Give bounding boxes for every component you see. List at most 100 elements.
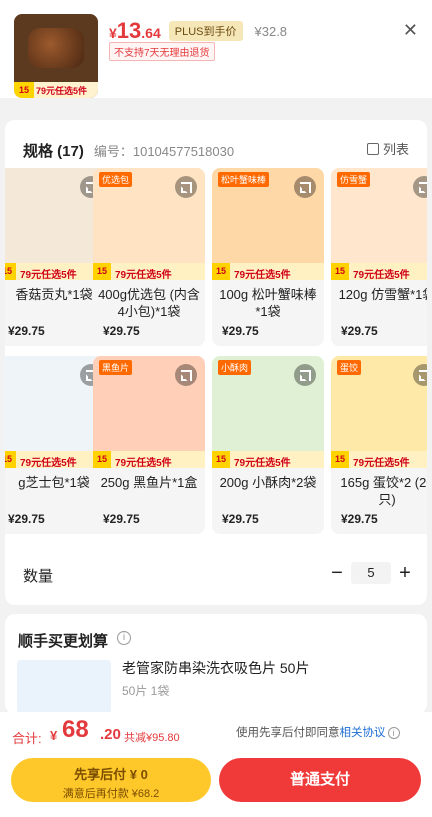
spec-item-tag: 蛋饺 xyxy=(337,360,362,375)
spec-item-name: 香菇贡丸*1袋 xyxy=(15,287,93,302)
product-image xyxy=(28,28,84,68)
promo-number: 15 xyxy=(5,451,16,468)
total-label: 合计: xyxy=(12,731,42,746)
promo-text: 79元任选5件 xyxy=(115,458,172,469)
quantity-plus-button[interactable]: + xyxy=(397,562,413,584)
promo-bar: 15 79元任选5件 xyxy=(212,451,324,469)
pay-later-sublabel: 满意后再付款 ¥68.2 xyxy=(62,788,160,800)
discount-total: 共减¥95.80 xyxy=(124,732,180,744)
spec-item-name: 100g 松叶蟹味棒*1袋 xyxy=(219,287,317,319)
spec-item[interactable]: 松叶蟹味棒 15 79元任选5件 100g 松叶蟹味棒*1袋 ¥29.75 xyxy=(212,168,324,346)
thumbnail-promo-number: 15 xyxy=(14,82,34,98)
promo-number: 15 xyxy=(93,263,111,280)
price-currency: ¥ xyxy=(109,25,117,41)
promo-text: 79元任选5件 xyxy=(234,458,291,469)
quantity-minus-button[interactable]: − xyxy=(329,562,345,584)
zoom-icon[interactable] xyxy=(175,176,197,198)
recommend-product-name[interactable]: 老管家防串染洗衣吸色片 50片 xyxy=(122,658,309,678)
spec-item-price: ¥29.75 xyxy=(8,324,45,338)
spec-item-price: ¥29.75 xyxy=(8,512,45,526)
spec-item[interactable]: 蛋饺 15 79元任选5件 165g 蛋饺*2 (20只) ¥29.75 xyxy=(331,356,427,534)
promo-bar: 15 79元任选5件 xyxy=(93,451,205,469)
spec-item-tag: 松叶蟹味棒 xyxy=(218,172,270,187)
promo-text: 79元任选5件 xyxy=(353,458,410,469)
plus-price-tag: PLUS到手价 xyxy=(168,21,243,41)
agreement-prefix: 使用先享后付即同意 xyxy=(236,727,340,739)
spec-item-name: 165g 蛋饺*2 (20只) xyxy=(340,475,427,507)
recommend-title: 顺手买更划算 xyxy=(18,633,109,650)
spec-item-price: ¥29.75 xyxy=(222,324,259,338)
promo-text: 79元任选5件 xyxy=(115,270,172,281)
product-code: 编号：10104577518030 xyxy=(94,141,234,160)
list-view-toggle[interactable]: 列表 xyxy=(366,139,409,158)
spec-item-name: g芝士包*1袋 xyxy=(18,475,90,490)
price-decimal: .64 xyxy=(141,25,161,41)
recommend-section: 顺手买更划算 i 老管家防串染洗衣吸色片 50片 50片 1袋 xyxy=(5,614,427,714)
product-summary: 79元任选5件 15 ¥ 13 .64 PLUS到手价 ¥32.8 不支持7天无… xyxy=(0,0,432,98)
product-code-label: 编号： xyxy=(93,144,133,159)
promo-bar: 15 79元任选5件 xyxy=(331,451,427,469)
pay-later-label: 先享后付 ¥ 0 xyxy=(74,767,148,782)
total-amount: 68 xyxy=(62,716,89,743)
agreement-text: 使用先享后付即同意相关协议 i xyxy=(236,724,400,740)
spec-item-tag: 黑鱼片 xyxy=(99,360,133,375)
list-icon xyxy=(366,142,379,155)
price-integer: 13 xyxy=(116,18,142,43)
spec-item-name: 200g 小酥肉*2袋 xyxy=(219,475,317,490)
no-return-badge: 不支持7天无理由退货 xyxy=(109,42,215,61)
total-decimal: .20 xyxy=(100,726,121,743)
recommend-product-image[interactable] xyxy=(17,660,111,714)
zoom-icon[interactable] xyxy=(175,364,197,386)
spec-item[interactable]: 仿雪蟹 15 79元任选5件 120g 仿雪蟹*1袋 ¥29.75 xyxy=(331,168,427,346)
info-icon[interactable]: i xyxy=(117,631,131,645)
total-currency: ¥ xyxy=(50,728,58,743)
promo-bar: 15 79元任选5件 xyxy=(93,263,205,281)
quantity-label: 数量 xyxy=(23,568,54,585)
spec-item-price: ¥29.75 xyxy=(341,512,378,526)
spec-item-name: 250g 黑鱼片*1盒 xyxy=(100,475,198,490)
recommend-product-spec: 50片 1袋 xyxy=(122,684,170,698)
promo-text: 79元任选5件 xyxy=(20,270,77,281)
product-thumbnail[interactable]: 79元任选5件 15 xyxy=(14,14,98,98)
spec-item-price: ¥29.75 xyxy=(103,324,140,338)
spec-item-tag: 仿雪蟹 xyxy=(337,172,371,187)
spec-item-price: ¥29.75 xyxy=(341,324,378,338)
original-price: ¥32.8 xyxy=(254,24,288,39)
spec-section: 规格 (17) 编号：10104577518030 列表 15 79元任选5件 香… xyxy=(5,120,427,605)
spec-header: 规格 (17) 编号：10104577518030 xyxy=(23,140,234,161)
promo-number: 15 xyxy=(93,451,111,468)
spec-item-tag: 小酥肉 xyxy=(218,360,252,375)
spec-item-price: ¥29.75 xyxy=(222,512,259,526)
promo-text: 79元任选5件 xyxy=(234,270,291,281)
checkout-bar: 合计: ¥ 68 .20 共减¥95.80 使用先享后付即同意相关协议 i 先享后… xyxy=(0,712,432,817)
thumbnail-promo-text: 79元任选5件 xyxy=(36,86,88,96)
promo-text: 79元任选5件 xyxy=(20,458,77,469)
spec-item-name: 120g 仿雪蟹*1袋 xyxy=(338,287,427,302)
agreement-link[interactable]: 相关协议 xyxy=(340,727,386,739)
pay-later-button[interactable]: 先享后付 ¥ 0 满意后再付款 ¥68.2 xyxy=(11,758,211,802)
spec-title: 规格 (17) xyxy=(23,143,84,160)
spec-item[interactable]: 小酥肉 15 79元任选5件 200g 小酥肉*2袋 ¥29.75 xyxy=(212,356,324,534)
close-icon[interactable]: ✕ xyxy=(403,20,418,41)
spec-item[interactable]: 优选包 15 79元任选5件 400g优选包 (内含4小包)*1袋 ¥29.75 xyxy=(93,168,205,346)
promo-number: 15 xyxy=(212,451,230,468)
promo-bar: 15 79元任选5件 xyxy=(331,263,427,281)
spec-item[interactable]: 黑鱼片 15 79元任选5件 250g 黑鱼片*1盒 ¥29.75 xyxy=(93,356,205,534)
list-toggle-label: 列表 xyxy=(382,142,409,157)
zoom-icon[interactable] xyxy=(294,364,316,386)
promo-number: 15 xyxy=(212,263,230,280)
zoom-icon[interactable] xyxy=(294,176,316,198)
promo-text: 79元任选5件 xyxy=(353,270,410,281)
quantity-input[interactable]: 5 xyxy=(351,562,391,584)
spec-item-price: ¥29.75 xyxy=(103,512,140,526)
product-code-value: 10104577518030 xyxy=(132,144,235,159)
promo-number: 15 xyxy=(5,263,16,280)
promo-number: 15 xyxy=(331,451,349,468)
spec-item-tag: 优选包 xyxy=(99,172,133,187)
promo-bar: 15 79元任选5件 xyxy=(212,263,324,281)
spec-item-name: 400g优选包 (内含4小包)*1袋 xyxy=(98,287,200,319)
normal-pay-button[interactable]: 普通支付 xyxy=(219,758,421,802)
promo-number: 15 xyxy=(331,263,349,280)
info-icon[interactable]: i xyxy=(387,727,400,739)
price-row: ¥ 13 .64 PLUS到手价 ¥32.8 xyxy=(109,18,287,44)
